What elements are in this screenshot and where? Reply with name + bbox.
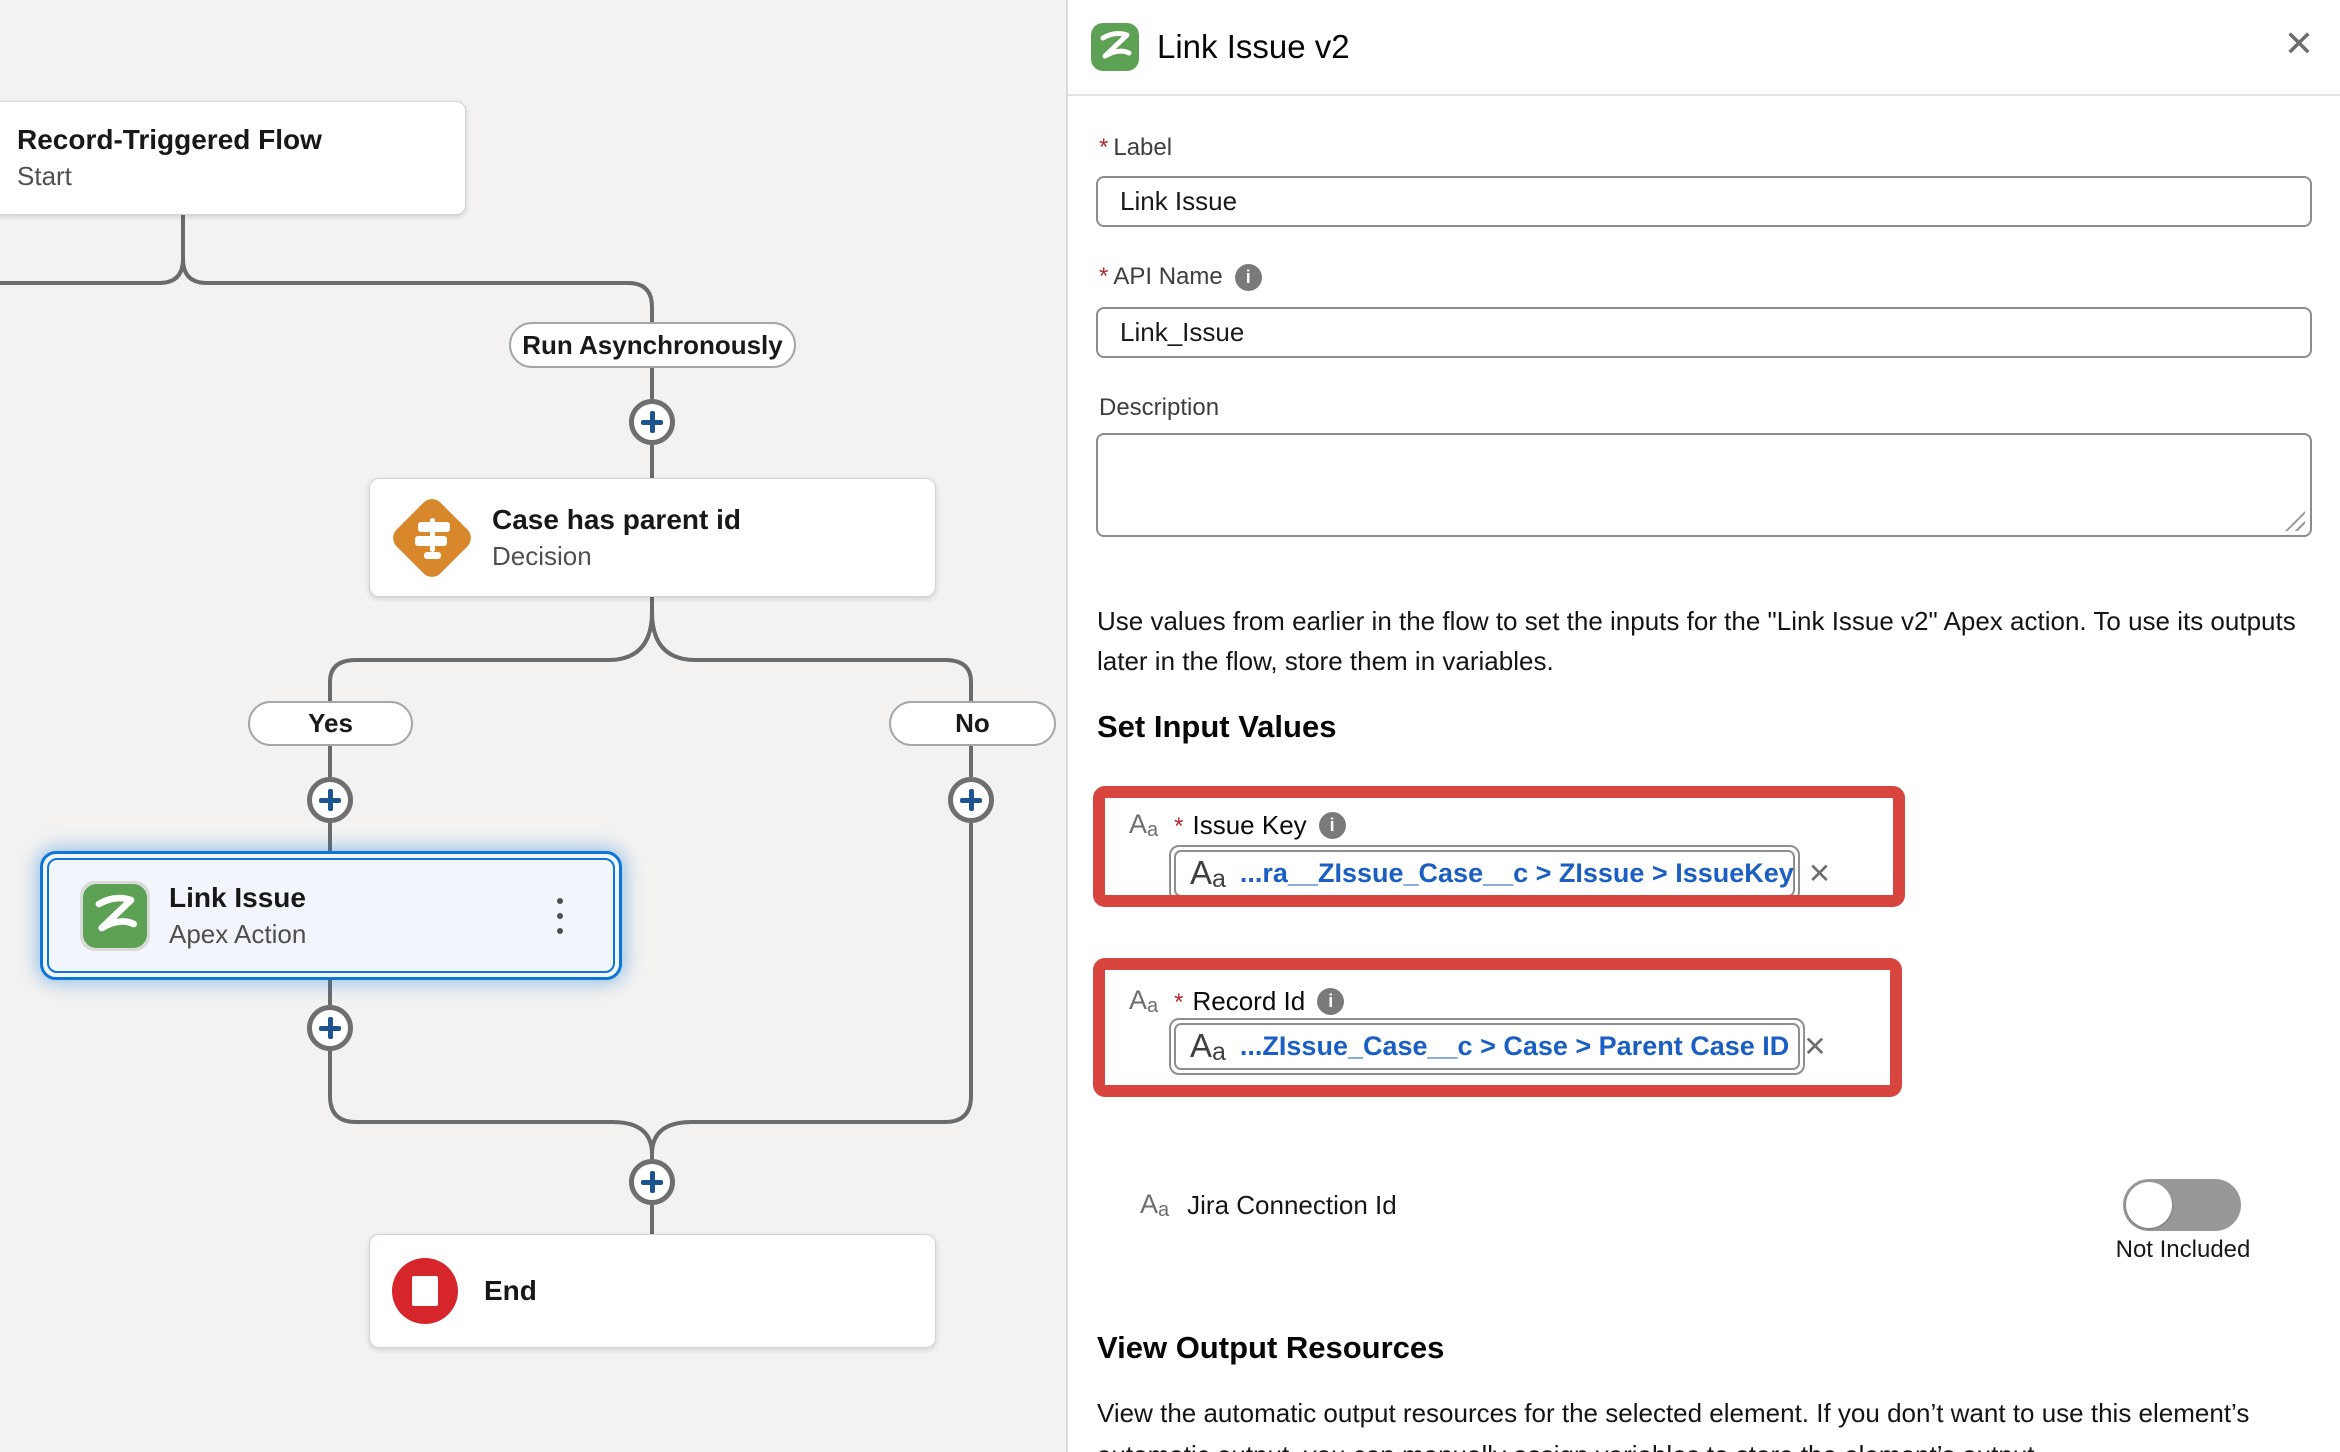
toggle-label: Not Included <box>2108 1236 2258 1264</box>
add-element-button[interactable] <box>307 777 353 823</box>
label-field-label: * Label <box>1099 134 1172 162</box>
text-type-icon: Aa <box>1190 856 1226 892</box>
annotation-box-issue-key: Aa * Issue Key i Aa ...ra__ZIssue_Case__… <box>1093 786 1905 907</box>
end-node[interactable]: End <box>369 1234 936 1348</box>
flow-canvas[interactable]: Record-Triggered Flow Start Run Asynchro… <box>0 0 1066 1452</box>
annotation-box-record-id: Aa * Record Id i Aa ...ZIssue_Case__c > … <box>1093 958 1902 1097</box>
info-icon[interactable]: i <box>1317 988 1344 1015</box>
info-icon[interactable]: i <box>1235 264 1262 291</box>
include-toggle[interactable] <box>2123 1179 2241 1231</box>
info-icon[interactable]: i <box>1319 812 1346 839</box>
text-type-icon: Aa <box>1140 1191 1169 1220</box>
issue-key-label: Issue Key <box>1192 810 1306 841</box>
issue-key-resource-pill[interactable]: Aa ...ra__ZIssue_Case__c > ZIssue > Issu… <box>1169 845 1800 902</box>
start-node[interactable]: Record-Triggered Flow Start <box>0 101 466 215</box>
remove-icon[interactable]: ✕ <box>1808 857 1831 890</box>
issue-key-value: ...ra__ZIssue_Case__c > ZIssue > IssueKe… <box>1240 858 1794 889</box>
branch-label-yes: Yes <box>248 701 413 746</box>
record-id-value: ...ZIssue_Case__c > Case > Parent Case I… <box>1240 1031 1789 1062</box>
output-resources-text: View the automatic output resources for … <box>1097 1392 2319 1452</box>
panel-header: Link Issue v2 <box>1068 0 2340 96</box>
jira-connection-id-label: Jira Connection Id <box>1187 1190 1397 1221</box>
help-text: Use values from earlier in the flow to s… <box>1097 601 2319 681</box>
text-type-icon: Aa <box>1129 811 1158 840</box>
text-type-icon: Aa <box>1190 1029 1226 1065</box>
api-name-field-label: * API Name i <box>1099 263 1262 291</box>
decision-node-subtitle: Decision <box>492 542 741 571</box>
zagile-icon <box>83 884 147 948</box>
run-asynchronously-label: Run Asynchronously <box>509 322 796 368</box>
text-type-icon: Aa <box>1129 987 1158 1016</box>
start-node-title: Record-Triggered Flow <box>17 125 322 156</box>
add-element-button[interactable] <box>307 1005 353 1051</box>
issue-key-label-row: Aa * Issue Key i <box>1129 810 1346 841</box>
record-id-label: Record Id <box>1192 986 1305 1017</box>
remove-icon[interactable]: ✕ <box>1803 1030 1826 1063</box>
description-textarea[interactable] <box>1096 433 2312 537</box>
jira-connection-id-row: Aa Jira Connection Id <box>1140 1190 1397 1221</box>
api-name-input[interactable] <box>1096 307 2312 358</box>
required-mark: * <box>1099 134 1108 162</box>
add-element-button[interactable] <box>629 399 675 445</box>
end-node-title: End <box>484 1276 537 1307</box>
flow-builder-screen: Record-Triggered Flow Start Run Asynchro… <box>0 0 2340 1452</box>
apex-action-node-selected[interactable]: Link Issue Apex Action <box>40 851 622 980</box>
start-node-subtitle: Start <box>17 162 322 191</box>
resize-grip-icon[interactable] <box>2285 511 2305 531</box>
apex-node-subtitle: Apex Action <box>169 920 306 949</box>
required-mark: * <box>1099 263 1108 291</box>
branch-label-no: No <box>889 701 1056 746</box>
description-field-label: Description <box>1099 394 1219 422</box>
apex-action-property-panel: Link Issue v2 ✕ * Label * API Name i Des… <box>1066 0 2340 1452</box>
decision-node[interactable]: Case has parent id Decision <box>369 478 936 597</box>
node-menu-kebab-icon[interactable] <box>557 854 563 977</box>
record-id-resource-pill[interactable]: Aa ...ZIssue_Case__c > Case > Parent Cas… <box>1169 1018 1805 1075</box>
add-element-button[interactable] <box>948 777 994 823</box>
zagile-icon <box>1091 23 1139 71</box>
close-icon[interactable]: ✕ <box>2284 26 2314 62</box>
set-input-values-heading: Set Input Values <box>1097 709 1336 745</box>
view-output-resources-heading: View Output Resources <box>1097 1330 1444 1366</box>
record-id-label-row: Aa * Record Id i <box>1129 986 1344 1017</box>
apex-node-title: Link Issue <box>169 883 306 914</box>
add-element-button[interactable] <box>629 1159 675 1205</box>
end-icon <box>392 1258 458 1324</box>
label-input[interactable] <box>1096 176 2312 227</box>
panel-title: Link Issue v2 <box>1157 28 1350 66</box>
decision-node-title: Case has parent id <box>492 505 741 536</box>
decision-icon <box>392 498 472 578</box>
